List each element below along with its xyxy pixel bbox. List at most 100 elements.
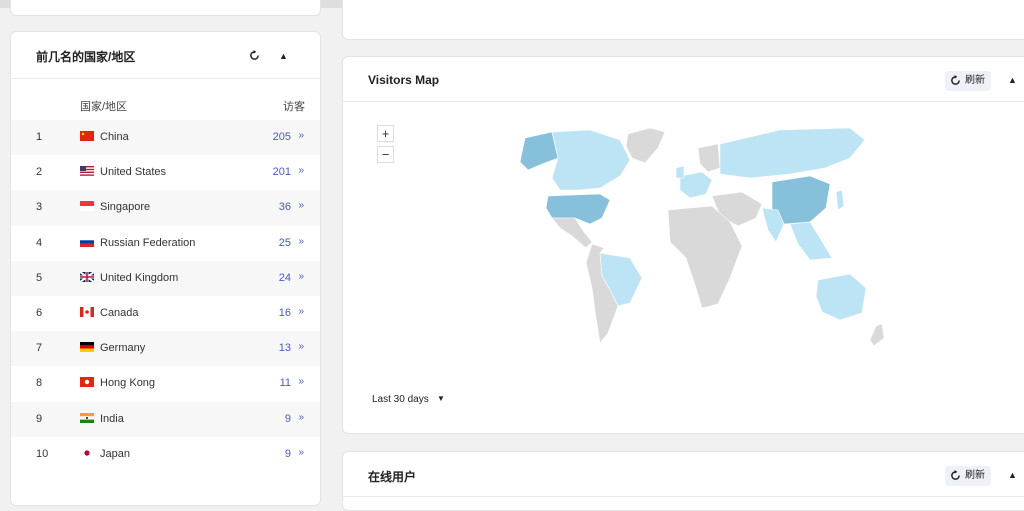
country-name: United States (100, 166, 167, 179)
rank: 5 (36, 271, 43, 284)
arrow-right-icon[interactable]: » (298, 447, 304, 458)
visitor-count[interactable]: 205 (273, 131, 291, 143)
column-visitors: 访客 (283, 101, 305, 113)
country-row[interactable]: 1 China 205 » (11, 120, 320, 156)
map-australia (815, 273, 867, 321)
panel-header: 前几名的国家/地区 ▲ (11, 32, 320, 79)
arrow-right-icon[interactable]: » (298, 412, 304, 423)
flag-cn-icon (80, 131, 94, 141)
map-scandinavia (697, 143, 721, 173)
flag-de-icon (80, 342, 94, 353)
zoom-out-button[interactable]: − (377, 146, 394, 163)
map-uk (675, 165, 685, 179)
rank: 10 (36, 447, 49, 460)
previous-panel-bottom (342, 0, 1024, 40)
arrow-right-icon[interactable]: » (298, 271, 304, 282)
previous-panel-bottom (10, 0, 321, 16)
rank: 4 (36, 236, 43, 249)
table-header: 国家/地区 访客 (11, 79, 320, 120)
arrow-right-icon[interactable]: » (298, 236, 304, 247)
visitor-count[interactable]: 24 (279, 272, 291, 284)
rank: 3 (36, 201, 43, 214)
country-name: India (100, 412, 124, 425)
collapse-icon[interactable]: ▲ (279, 51, 288, 61)
refresh-label: 刷新 (965, 470, 985, 481)
panel-title: 在线用户 (368, 470, 417, 484)
country-name: Russian Federation (100, 236, 196, 249)
flag-gb-icon (80, 271, 94, 282)
country-name: Germany (100, 342, 146, 355)
visitor-count[interactable]: 25 (279, 237, 291, 249)
visitor-count[interactable]: 9 (285, 448, 291, 460)
country-row[interactable]: 7 Germany 13 » (11, 331, 320, 367)
collapse-icon[interactable]: ▲ (1008, 75, 1017, 85)
flag-ru-icon (80, 236, 94, 247)
world-map[interactable] (480, 118, 900, 353)
map-russia (719, 127, 866, 179)
country-name: Singapore (100, 201, 151, 214)
country-row[interactable]: 10 Japan 9 » (11, 437, 320, 472)
collapse-icon[interactable]: ▲ (1008, 470, 1017, 480)
country-name: United Kingdom (100, 271, 179, 284)
country-name: Japan (100, 447, 130, 460)
flag-us-icon (80, 166, 94, 177)
flag-ca-icon (80, 306, 94, 317)
refresh-button[interactable]: 刷新 (945, 71, 991, 91)
visitor-count[interactable]: 16 (279, 307, 291, 319)
rank: 7 (36, 342, 43, 355)
map-alaska (519, 131, 559, 171)
zoom-in-button[interactable]: + (377, 125, 394, 142)
visitor-count[interactable]: 9 (285, 413, 291, 425)
country-row[interactable]: 2 United States 201 » (11, 155, 320, 190)
arrow-right-icon[interactable]: » (298, 376, 304, 387)
arrow-right-icon[interactable]: » (298, 341, 304, 352)
visitor-count[interactable]: 201 (273, 166, 291, 178)
rank: 2 (36, 166, 43, 179)
rank: 8 (36, 377, 43, 390)
column-country: 国家/地区 (80, 101, 128, 113)
map-europe-west (679, 171, 713, 199)
country-row[interactable]: 9 India 9 » (11, 401, 320, 437)
refresh-label: 刷新 (965, 75, 985, 86)
visitor-count[interactable]: 11 (280, 377, 291, 389)
map-canada (551, 129, 631, 191)
country-name: China (100, 131, 129, 143)
arrow-right-icon[interactable]: » (298, 306, 304, 317)
country-row[interactable]: 8 Hong Kong 11 » (11, 366, 320, 401)
map-japan (835, 189, 845, 211)
country-list: 1 China 205 » 2 United States 201 » 3 Singapore 36… (11, 120, 320, 472)
arrow-right-icon[interactable]: » (298, 165, 304, 176)
map-greenland (625, 127, 666, 164)
flag-jp-icon (80, 447, 94, 458)
rank: 9 (36, 412, 43, 425)
refresh-icon (951, 470, 960, 480)
country-row[interactable]: 3 Singapore 36 » (11, 190, 320, 226)
flag-hk-icon (80, 377, 94, 388)
online-users-panel: 在线用户 刷新 ▲ (342, 451, 1024, 511)
refresh-button[interactable]: 刷新 (945, 466, 991, 486)
flag-sg-icon (80, 201, 94, 212)
visitor-count[interactable]: 13 (279, 342, 291, 354)
panel-title: Visitors Map (368, 73, 440, 87)
rank: 6 (36, 306, 43, 319)
country-name: Hong Kong (100, 377, 156, 390)
panel-title: 前几名的国家/地区 (36, 50, 136, 64)
country-row[interactable]: 5 United Kingdom 24 » (11, 260, 320, 296)
country-row[interactable]: 4 Russian Federation 25 » (11, 226, 320, 261)
panel-header: 在线用户 刷新 ▲ (343, 452, 1024, 497)
country-name: Canada (100, 306, 139, 319)
refresh-icon (951, 75, 960, 85)
map-new-zealand (869, 323, 885, 347)
panel-header: Visitors Map 刷新 ▲ (343, 57, 1024, 102)
date-range-selector[interactable]: Last 30 days (372, 394, 429, 405)
arrow-right-icon[interactable]: » (298, 130, 304, 141)
rank: 1 (36, 131, 43, 143)
refresh-icon[interactable] (249, 50, 260, 61)
map-se-asia (789, 221, 833, 261)
country-row[interactable]: 6 Canada 16 » (11, 296, 320, 331)
flag-in-icon (80, 412, 94, 423)
arrow-right-icon[interactable]: » (298, 200, 304, 211)
visitor-count[interactable]: 36 (279, 201, 291, 213)
top-countries-panel: 前几名的国家/地区 ▲ 国家/地区 访客 1 China 205 » 2 United S… (10, 31, 321, 506)
caret-down-icon[interactable]: ▼ (437, 394, 445, 403)
